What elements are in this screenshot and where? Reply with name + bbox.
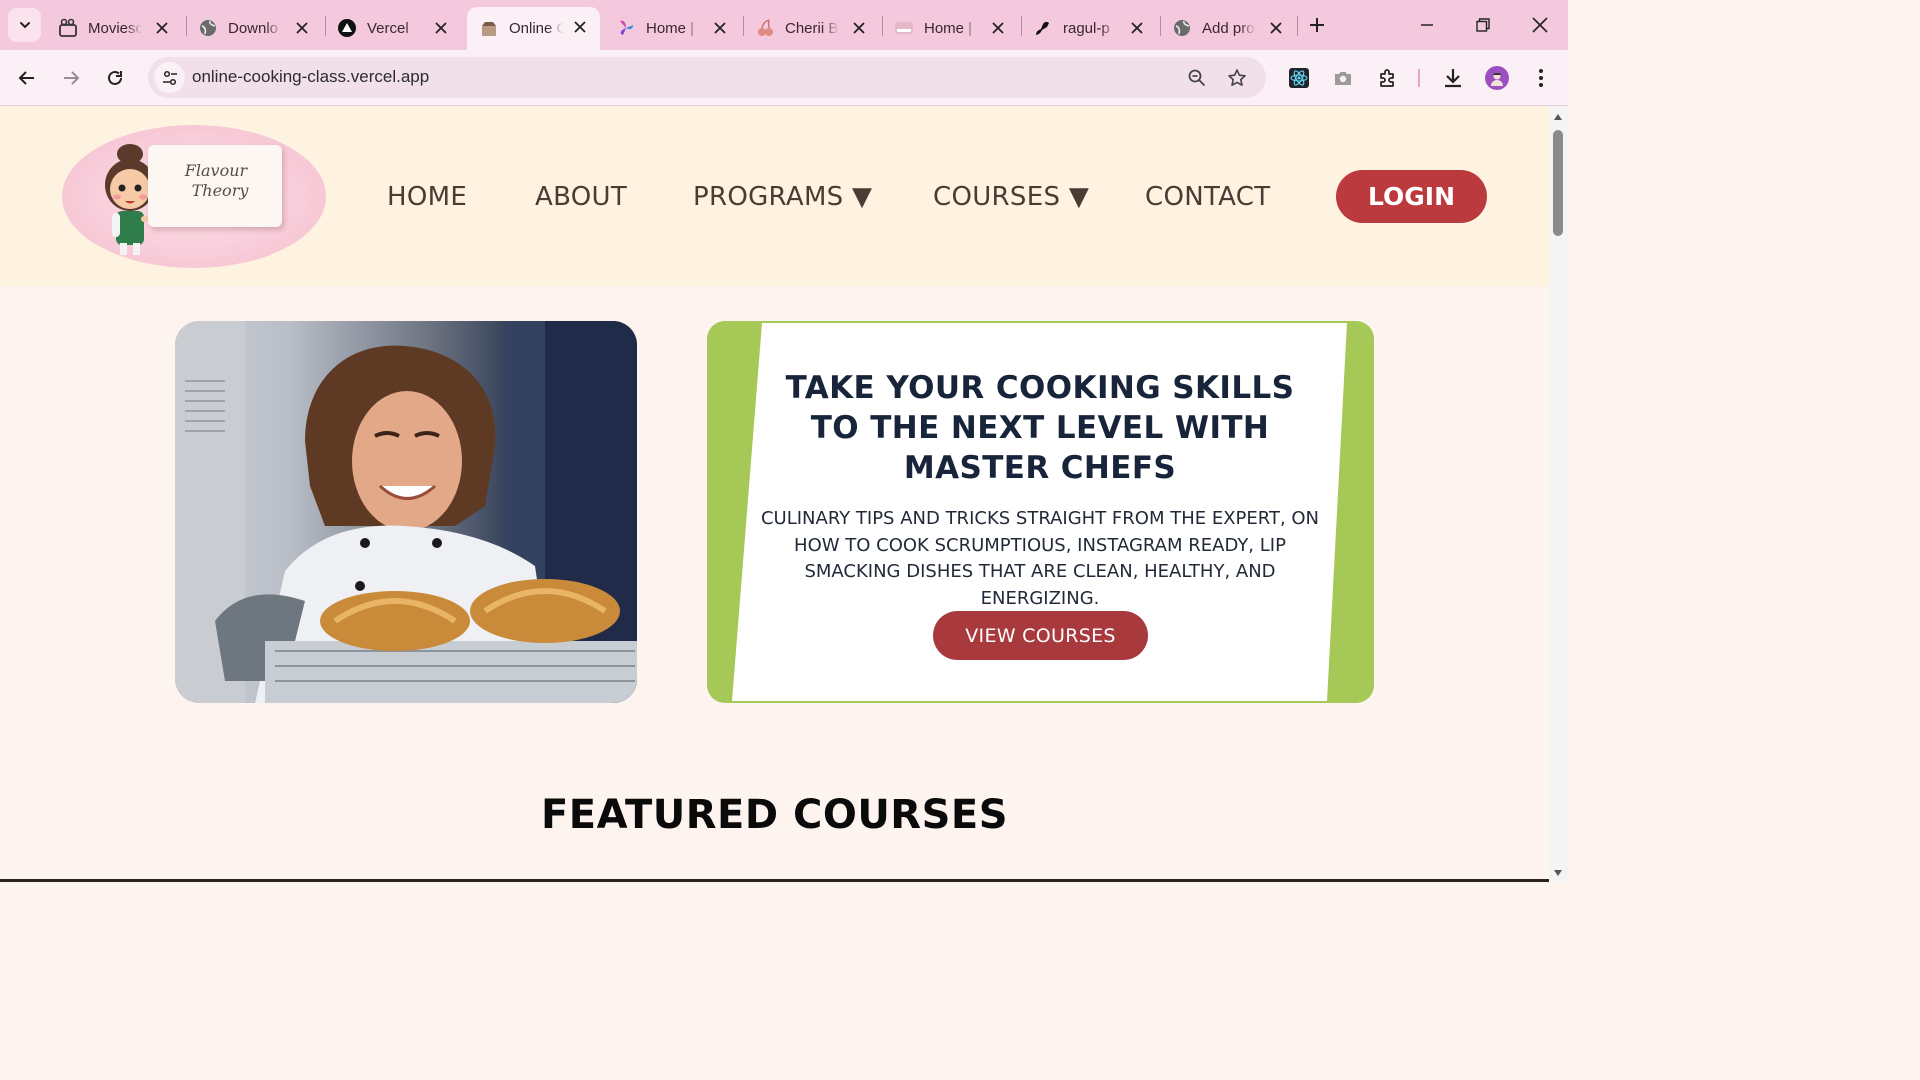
tab-title: Home | [924,19,973,37]
hero-subtitle: CULINARY TIPS AND TRICKS STRAIGHT FROM T… [760,508,1320,609]
close-icon [1532,17,1548,33]
next-section-edge [0,879,1549,882]
chef-photo-illustration [175,321,637,703]
browser-toolbar: online-cooking-class.vercel.app [0,50,1568,106]
minimize-icon [1421,24,1433,26]
browser-tab[interactable]: Cherii B [743,8,879,48]
close-icon[interactable] [1127,18,1147,38]
reload-button[interactable] [100,63,130,93]
cherii-icon [755,18,775,38]
login-button[interactable]: LOGIN [1336,170,1487,223]
address-bar[interactable]: online-cooking-class.vercel.app [148,57,1266,98]
vercel-icon [337,18,357,38]
new-tab-button[interactable] [1304,12,1330,38]
film-icon [58,18,78,38]
profile-icon [1491,72,1503,86]
tab-title: Downlo [228,19,279,37]
globe-icon [1172,18,1192,38]
browser-tab[interactable]: Downlo [186,8,322,48]
nav-home[interactable]: HOME [387,182,467,212]
forward-button[interactable] [56,63,86,93]
hero-title: TAKE YOUR COOKING SKILLS TO THE NEXT LEV… [785,370,1295,486]
tune-icon [162,70,177,85]
logo-text: Flavour Theory [166,161,266,201]
profile-avatar[interactable] [1485,66,1509,90]
react-devtools-icon[interactable] [1284,63,1314,93]
plus-logo-icon [894,18,914,38]
bookmark-star-icon[interactable] [1225,66,1249,90]
tab-title: Home | [646,19,695,37]
restore-button[interactable] [1468,10,1498,40]
logo-text-line1: Flavour [184,161,248,180]
browser-tab[interactable]: Moviesc [46,8,182,48]
close-icon[interactable] [570,17,590,37]
browser-tab[interactable]: Home | [604,8,740,48]
nav-courses-dropdown[interactable]: COURSES ▼ [933,182,1089,212]
scroll-down-icon[interactable] [1553,868,1563,878]
arrow-left-icon [18,71,34,85]
plus-icon [1310,18,1324,32]
browser-tab[interactable]: ragul-p [1021,8,1157,48]
github-icon [1033,18,1053,38]
browser-tab[interactable]: Home | [882,8,1018,48]
pinwheel-icon [616,18,636,38]
close-icon[interactable] [710,18,730,38]
toolbar-divider [1418,69,1420,87]
browser-tab-active[interactable]: Online C [467,7,600,50]
tab-search-button[interactable] [8,8,41,42]
close-icon[interactable] [152,18,172,38]
arrow-right-icon [64,71,80,85]
browser-tab[interactable]: Vercel [325,8,461,48]
nav-contact[interactable]: CONTACT [1145,182,1270,212]
tab-title: Moviesc [88,19,142,37]
back-button[interactable] [12,63,42,93]
close-icon[interactable] [1266,18,1286,38]
hero-card: TAKE YOUR COOKING SKILLS TO THE NEXT LEV… [707,321,1374,703]
page-scrollbar[interactable] [1549,106,1568,882]
extensions-puzzle-icon[interactable] [1373,63,1403,93]
hero-card-inner: TAKE YOUR COOKING SKILLS TO THE NEXT LEV… [732,323,1347,701]
camera-icon[interactable] [1328,63,1358,93]
window-close-button[interactable] [1525,10,1555,40]
close-icon[interactable] [292,18,312,38]
tab-title: Cherii B [785,19,839,37]
close-icon[interactable] [849,18,869,38]
site-info-button[interactable] [154,62,185,93]
tab-separator [1297,16,1298,36]
tab-title: Online C [509,20,563,37]
page-viewport: Flavour Theory HOME ABOUT PROGRAMS ▼ COU… [0,106,1549,882]
minimize-button[interactable] [1412,10,1442,40]
restore-icon [1476,18,1490,32]
kebab-menu-icon[interactable] [1526,63,1556,93]
site-header: Flavour Theory HOME ABOUT PROGRAMS ▼ COU… [0,106,1549,286]
nav-programs-dropdown[interactable]: PROGRAMS ▼ [693,182,872,212]
site-favicon [479,19,499,39]
tab-title: ragul-p [1063,19,1110,37]
close-icon[interactable] [431,18,451,38]
view-courses-button[interactable]: VIEW COURSES [933,611,1148,660]
browser-tab[interactable]: Add pro [1160,8,1296,48]
close-icon[interactable] [988,18,1008,38]
browser-tab-strip: Moviesc Downlo Vercel Online C Home | Ch… [0,0,1568,50]
logo-text-line2: Theory [191,181,249,200]
nav-about[interactable]: ABOUT [535,182,627,212]
tab-title: Vercel [367,19,409,37]
scroll-up-icon[interactable] [1553,112,1563,122]
downloads-icon[interactable] [1438,63,1468,93]
featured-courses-heading: FEATURED COURSES [540,792,1009,838]
globe-icon [198,18,218,38]
url-text[interactable]: online-cooking-class.vercel.app [192,67,429,87]
chevron-down-icon [19,22,30,29]
tab-title: Add pro [1202,19,1255,37]
reload-icon [108,70,122,85]
scrollbar-thumb[interactable] [1553,130,1563,236]
zoom-icon[interactable] [1185,66,1209,90]
hero-chef-photo [175,321,637,703]
